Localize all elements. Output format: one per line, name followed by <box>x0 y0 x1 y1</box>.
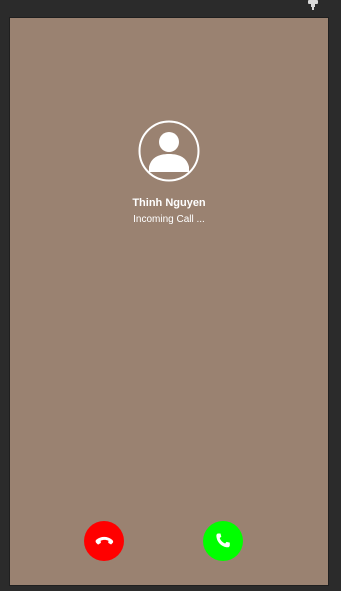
call-status: Incoming Call ... <box>133 214 205 225</box>
caller-name: Thinh Nguyen <box>132 197 206 209</box>
decline-call-button[interactable] <box>84 521 124 561</box>
phone-icon <box>216 533 230 548</box>
pin-icon <box>308 0 318 10</box>
phone-hangup-icon <box>95 536 114 545</box>
accept-call-button[interactable] <box>203 521 243 561</box>
incoming-call-screen: Thinh Nguyen Incoming Call ... <box>10 18 328 585</box>
person-icon <box>138 120 200 182</box>
